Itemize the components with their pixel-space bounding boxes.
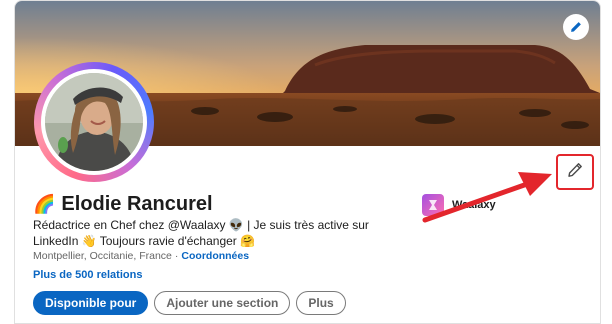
edit-profile-button[interactable]: [556, 154, 594, 190]
connections-link[interactable]: Plus de 500 relations: [33, 269, 142, 281]
profile-name-text: Elodie Rancurel: [61, 193, 213, 215]
add-section-button[interactable]: Ajouter une section: [154, 291, 291, 315]
location-separator: ·: [174, 250, 179, 262]
more-button[interactable]: Plus: [296, 291, 346, 315]
profile-location: Montpellier, Occitanie, France · Coordonné…: [33, 250, 249, 262]
contact-info-link[interactable]: Coordonnées: [181, 250, 249, 262]
pencil-icon: [570, 21, 582, 33]
current-company[interactable]: Waalaxy: [422, 194, 496, 216]
rainbow-icon: 🌈: [33, 194, 56, 214]
pencil-icon: [567, 162, 583, 183]
profile-headline: Rédactrice en Chef chez @Waalaxy 👽 | Je …: [33, 218, 369, 248]
avatar[interactable]: [34, 62, 154, 182]
action-buttons: Disponible pour Ajouter une section Plus: [33, 291, 346, 315]
location-text: Montpellier, Occitanie, France: [33, 250, 172, 262]
profile-card: 🌈 Elodie Rancurel Rédactrice en Chef che…: [14, 0, 601, 324]
profile-name: 🌈 Elodie Rancurel: [33, 193, 213, 216]
edit-banner-button[interactable]: [563, 14, 589, 40]
company-logo: [422, 194, 444, 216]
open-to-button[interactable]: Disponible pour: [33, 291, 149, 315]
profile-photo: [45, 73, 143, 171]
company-name: Waalaxy: [452, 199, 496, 211]
